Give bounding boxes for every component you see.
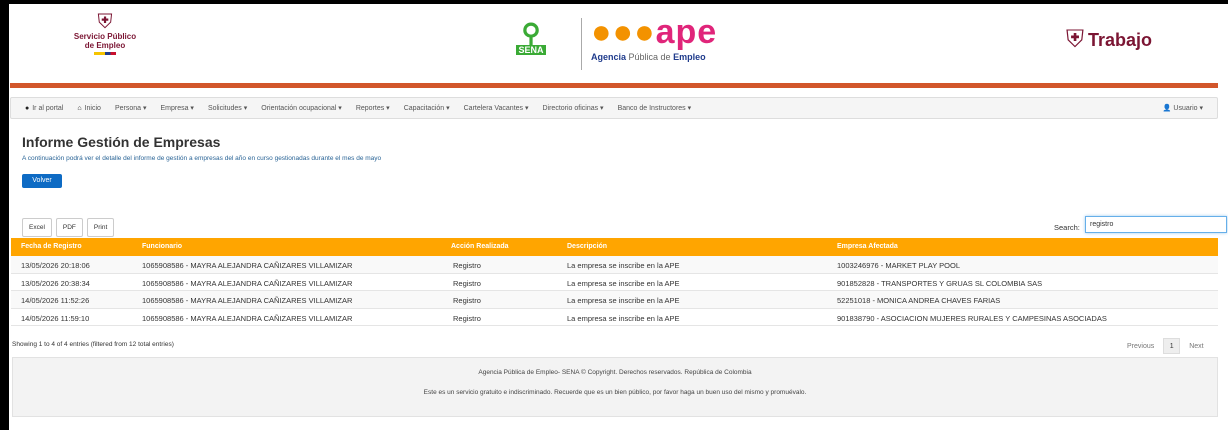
user-menu[interactable]: 👤 Usuario ▾ [1163, 104, 1203, 112]
excel-button[interactable]: Excel [22, 218, 52, 237]
trabajo-text: Trabajo [1088, 29, 1153, 50]
pdf-button[interactable]: PDF [55, 218, 83, 237]
cell-descripcion: La empresa se inscribe en la APE [567, 296, 680, 305]
table-row[interactable]: 14/05/2026 11:59:10 1065908586 - MAYRA A… [11, 309, 1218, 326]
cell-accion: Registro [453, 278, 481, 288]
ape-sub-a: Agencia [591, 52, 627, 62]
table-body: 13/05/2026 20:18:06 1065908586 - MAYRA A… [11, 256, 1218, 326]
cell-accion: Registro [453, 296, 481, 305]
cell-funcionario: 1065908586 - MAYRA ALEJANDRA CAÑIZARES V… [142, 278, 353, 288]
home-icon: ⌂ [77, 104, 82, 112]
logo-divider [581, 18, 582, 70]
cell-funcionario: 1065908586 - MAYRA ALEJANDRA CAÑIZARES V… [142, 296, 353, 305]
nav-empresa[interactable]: Empresa ▾ [160, 104, 193, 112]
print-button[interactable]: Print [86, 218, 115, 237]
nav-label: Ir al portal [32, 104, 64, 112]
trabajo-logo[interactable]: ⛨ Trabajo [1066, 26, 1152, 54]
ape-text: ape [655, 13, 718, 51]
back-button[interactable]: Volver [22, 174, 62, 188]
cell-fecha: 13/05/2026 20:38:34 [21, 278, 90, 288]
results-table: Fecha de Registro Funcionario Acción Rea… [11, 238, 1218, 326]
ape-sub-b: Pública de [628, 52, 671, 62]
sena-text: SENA [516, 45, 546, 55]
servicio-publico-logo[interactable]: ⛨ Servicio Público de Empleo [55, 12, 155, 55]
footer: Agencia Pública de Empleo- SENA © Copyri… [12, 357, 1218, 417]
cell-fecha: 14/05/2026 11:52:26 [21, 296, 90, 305]
col-funcionario-header[interactable]: Funcionario [142, 243, 182, 250]
main-navbar: ● Ir al portal ⌂ Inicio Persona ▾ Empresa … [10, 97, 1218, 119]
cell-funcionario: 1065908586 - MAYRA ALEJANDRA CAÑIZARES V… [142, 313, 353, 323]
coat-of-arms-icon: ⛨ [97, 11, 113, 33]
footer-notice: Este es un servicio gratuito e indiscrim… [423, 389, 807, 396]
nav-cartelera[interactable]: Cartelera Vacantes ▾ [464, 104, 529, 112]
next-button[interactable]: Next [1189, 343, 1203, 350]
cell-empresa: 1003246976 - MARKET PLAY POOL [837, 261, 960, 270]
ape-sub-c: Empleo [673, 52, 706, 62]
user-label: Usuario ▾ [1173, 105, 1203, 112]
cell-fecha: 13/05/2026 20:18:06 [21, 261, 90, 270]
table-row[interactable]: 13/05/2026 20:18:06 1065908586 - MAYRA A… [11, 256, 1218, 274]
cell-descripcion: La empresa se inscribe en la APE [567, 313, 680, 323]
cell-empresa: 52251018 - MONICA ANDREA CHAVES FARIAS [837, 296, 1001, 305]
cell-empresa: 901852828 - TRANSPORTES Y GRUAS SL COLOM… [837, 278, 1043, 288]
cell-fecha: 14/05/2026 11:59:10 [21, 313, 90, 323]
table-info: Showing 1 to 4 of 4 entries (filtered fr… [12, 341, 174, 348]
circle-arrow-icon: ● [25, 104, 30, 112]
table-header: Fecha de Registro Funcionario Acción Rea… [11, 238, 1218, 256]
ape-people-icon: ●●● [591, 13, 656, 51]
col-fecha-header[interactable]: Fecha de Registro [21, 243, 82, 250]
page-subtitle: A continuación podrá ver el detalle del … [22, 155, 382, 162]
cell-accion: Registro [453, 313, 481, 323]
nav-inicio[interactable]: ⌂ Inicio [77, 105, 101, 112]
search-label: Search: [1054, 223, 1080, 232]
header: ⛨ Servicio Público de Empleo ⚲ SENA ●●●a… [9, 4, 1228, 82]
nav-solicitudes[interactable]: Solicitudes ▾ [208, 104, 247, 112]
brand-bar [10, 83, 1218, 88]
nav-label: Inicio [84, 104, 101, 112]
cell-empresa: 901838790 - ASOCIACION MUJERES RURALES Y… [837, 313, 1107, 323]
page-1-button[interactable]: 1 [1163, 338, 1181, 354]
cell-accion: Registro [453, 261, 481, 270]
search-input[interactable]: registro [1085, 216, 1227, 233]
cell-descripcion: La empresa se inscribe en la APE [567, 261, 680, 270]
table-row[interactable]: 14/05/2026 11:52:26 1065908586 - MAYRA A… [11, 291, 1218, 309]
nav-orientacion[interactable]: Orientación ocupacional ▾ [261, 104, 342, 112]
logo-line2: de Empleo [84, 41, 126, 50]
nav-persona[interactable]: Persona ▾ [115, 104, 147, 112]
nav-capacitacion[interactable]: Capacitación ▾ [404, 104, 450, 112]
logo-line1: Servicio Público [73, 32, 137, 41]
page: ⛨ Servicio Público de Empleo ⚲ SENA ●●●a… [9, 4, 1228, 430]
footer-copyright: Agencia Pública de Empleo- SENA © Copyri… [478, 369, 752, 376]
export-toolbar: Excel PDF Print [22, 218, 118, 237]
nav-banco-instructores[interactable]: Banco de Instructores ▾ [618, 104, 692, 112]
cell-funcionario: 1065908586 - MAYRA ALEJANDRA CAÑIZARES V… [142, 261, 353, 270]
nav-directorio[interactable]: Directorio oficinas ▾ [542, 104, 603, 112]
nav-reportes[interactable]: Reportes ▾ [356, 104, 390, 112]
table-row[interactable]: 13/05/2026 20:38:34 1065908586 - MAYRA A… [11, 274, 1218, 291]
nav-ir-al-portal[interactable]: ● Ir al portal [25, 105, 63, 112]
user-icon: 👤 [1162, 105, 1172, 112]
coat-of-arms-icon: ⛨ [1066, 26, 1084, 53]
col-accion-header[interactable]: Acción Realizada [451, 243, 509, 250]
page-title: Informe Gestión de Empresas [22, 134, 221, 150]
ape-logo: ●●●ape Agencia Pública de Empleo [591, 14, 717, 62]
sena-figure-icon: ⚲ [521, 18, 541, 48]
previous-button[interactable]: Previous [1127, 343, 1154, 350]
sena-ape-logo[interactable]: ⚲ SENA ●●●ape Agencia Pública de Empleo [511, 14, 731, 74]
colombia-flag-icon [94, 52, 116, 55]
cell-descripcion: La empresa se inscribe en la APE [567, 278, 680, 288]
sena-logo: ⚲ SENA [511, 20, 551, 55]
col-descripcion-header[interactable]: Descripción [567, 243, 607, 250]
col-empresa-header[interactable]: Empresa Afectada [837, 243, 898, 250]
pagination: Previous 1 Next [1127, 338, 1204, 354]
